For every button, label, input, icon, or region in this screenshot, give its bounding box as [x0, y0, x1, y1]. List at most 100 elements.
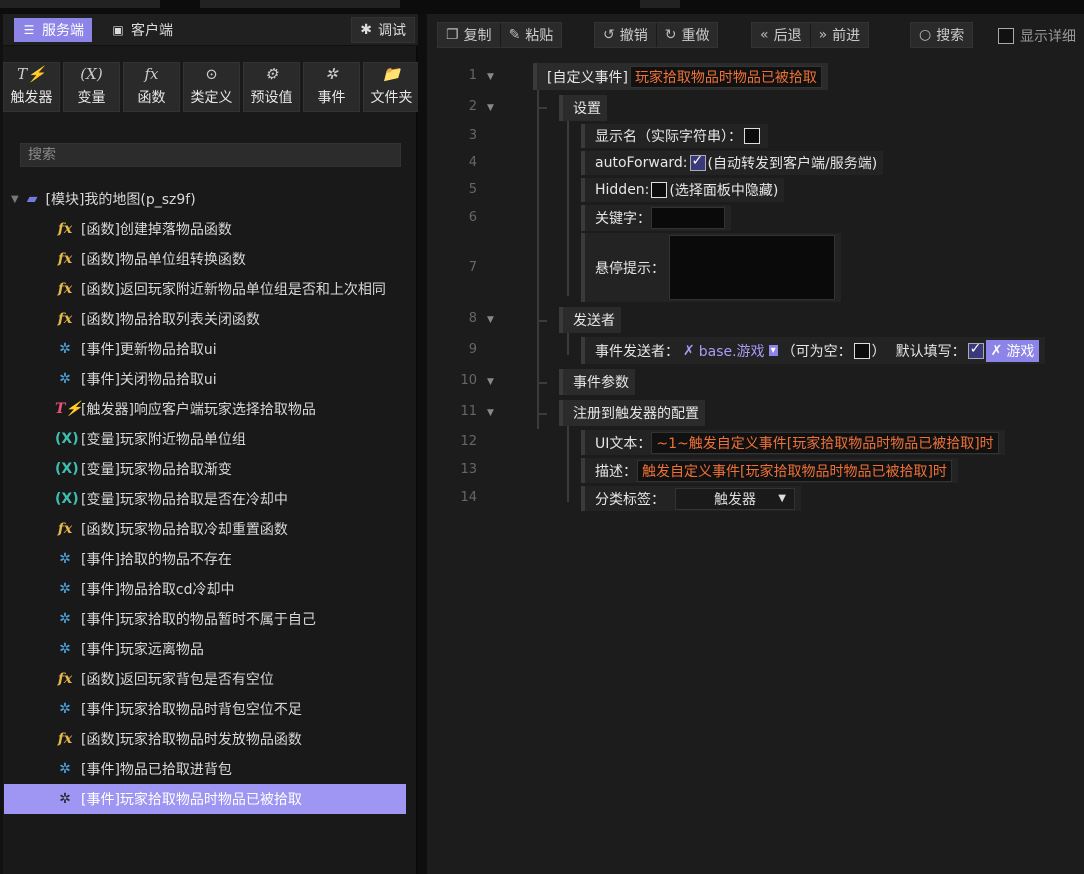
- tree-item-label: [事件]玩家拾取的物品暂时不属于自己: [81, 612, 316, 628]
- line-number: 12: [460, 434, 477, 449]
- tooltip-textarea[interactable]: [669, 235, 835, 300]
- back-button[interactable]: «后退: [752, 23, 811, 47]
- tab-server[interactable]: ☰ 服务端: [14, 18, 92, 42]
- tree-item[interactable]: ✲ [事件]物品已拾取进背包: [3, 754, 418, 784]
- sender-label: 发送者: [573, 313, 615, 329]
- tree-item[interactable]: fx [函数]返回玩家背包是否有空位: [3, 664, 418, 694]
- register-config-section[interactable]: 注册到触发器的配置: [559, 400, 705, 426]
- tree-item[interactable]: ✲ [事件]关闭物品拾取ui: [3, 364, 418, 394]
- tool-preset[interactable]: ⚙ 预设值: [243, 62, 300, 112]
- fold-caret-icon[interactable]: ▼: [487, 377, 494, 387]
- paste-button[interactable]: ✎ 粘贴: [501, 23, 562, 47]
- event-icon: ✲: [59, 551, 71, 567]
- undo-icon: ↺: [603, 27, 615, 43]
- tree-item[interactable]: fx [函数]返回玩家附近新物品单位组是否和上次相同: [3, 274, 418, 304]
- event-icon: ✲: [59, 761, 71, 777]
- show-detail-checkbox[interactable]: [998, 28, 1014, 44]
- hidden-checkbox[interactable]: [651, 182, 668, 198]
- default-fill-checkbox[interactable]: [967, 341, 984, 359]
- display-name-checkbox[interactable]: [744, 128, 760, 144]
- tree-item[interactable]: fx [函数]创建掉落物品函数: [3, 214, 418, 244]
- auto-forward-label: autoForward:: [595, 155, 688, 171]
- title-strip: [0, 0, 1084, 14]
- tool-trigger[interactable]: T⚡ 触发器: [3, 62, 60, 112]
- chevron-down-icon[interactable]: ▼: [11, 194, 19, 205]
- tree-item[interactable]: (X) [变量]玩家附近物品单位组: [3, 424, 418, 454]
- tree-item[interactable]: (X) [变量]玩家物品拾取渐变: [3, 454, 418, 484]
- fold-caret-icon[interactable]: ▼: [487, 408, 494, 418]
- tree-item-label: [事件]物品拾取cd冷却中: [81, 582, 235, 598]
- tree-item[interactable]: (X) [变量]玩家物品拾取是否在冷却中: [3, 484, 418, 514]
- tree-root-label: [模块]我的地图(p_sz9f): [45, 192, 196, 208]
- copy-button[interactable]: ❐ 复制: [438, 23, 501, 47]
- ui-text-field[interactable]: ~1~触发自定义事件[玩家拾取物品时物品已被拾取]时: [651, 431, 999, 454]
- search-icon: ○: [919, 27, 932, 43]
- hidden-row: Hidden: (选择面板中隐藏): [581, 178, 785, 202]
- settings-section[interactable]: 设置: [559, 95, 607, 121]
- tool-variable[interactable]: (X) 变量: [63, 62, 120, 112]
- tool-class[interactable]: ⊙ 类定义: [183, 62, 240, 112]
- tree-item[interactable]: fx [函数]玩家物品拾取冷却重置函数: [3, 514, 418, 544]
- tree-item[interactable]: T⚡ [触发器]响应客户端玩家选择拾取物品: [3, 394, 418, 424]
- tree-guide: [537, 413, 547, 415]
- sender-section[interactable]: 发送者: [559, 307, 621, 333]
- tool-folder[interactable]: 📁 文件夹: [363, 62, 420, 112]
- server-icon: ☰: [23, 23, 35, 37]
- side-tabs: ☰ 服务端 ▣ 客户端 ✱ 调试: [3, 14, 418, 46]
- event-sender-value[interactable]: ✗ base.游戏 ▾: [683, 341, 778, 361]
- preset-icon: ⚙: [264, 65, 279, 83]
- tree-item[interactable]: ✲ [事件]玩家拾取物品时物品已被拾取: [4, 784, 406, 814]
- event-params-section[interactable]: 事件参数: [559, 369, 635, 395]
- fold-caret-icon[interactable]: ▼: [487, 315, 494, 325]
- forward-icon: »: [818, 27, 828, 43]
- chevron-down-icon[interactable]: ▾: [768, 345, 778, 356]
- tool-event[interactable]: ✲ 事件: [303, 62, 360, 112]
- default-fill-value[interactable]: ✗ 游戏: [985, 339, 1040, 362]
- nullable-label: （可为空：: [781, 343, 852, 360]
- tree-item[interactable]: ✲ [事件]玩家远离物品: [3, 634, 418, 664]
- tree-item[interactable]: fx [函数]玩家拾取物品时发放物品函数: [3, 724, 418, 754]
- tool-function[interactable]: fx 函数: [123, 62, 180, 112]
- back-icon: «: [760, 27, 769, 43]
- redo-button[interactable]: ↻ 重做: [657, 23, 718, 47]
- category-value: 触发器: [714, 491, 756, 508]
- search-button[interactable]: ○ 搜索: [911, 23, 972, 47]
- tree-guide: [537, 382, 547, 384]
- function-icon: fx: [57, 731, 73, 747]
- tree-item[interactable]: ✲ [事件]物品拾取cd冷却中: [3, 574, 418, 604]
- auto-forward-checkbox[interactable]: [689, 153, 706, 171]
- undo-button[interactable]: ↺ 撤销: [595, 23, 657, 47]
- paste-label: 粘贴: [525, 28, 554, 44]
- description-field[interactable]: 触发自定义事件[玩家拾取物品时物品已被拾取]时: [637, 459, 952, 482]
- search-input[interactable]: [20, 143, 401, 167]
- tree-item[interactable]: ✲ [事件]更新物品拾取ui: [3, 334, 418, 364]
- forward-button[interactable]: » 前进: [811, 23, 869, 47]
- line-number: 10: [460, 373, 477, 388]
- function-icon: fx: [57, 311, 73, 327]
- keyword-input[interactable]: [651, 207, 725, 229]
- bug-icon: ✱: [360, 22, 372, 38]
- display-name-label: 显示名（实际字符串）：: [595, 129, 742, 145]
- show-detail-toggle[interactable]: 显示详细: [998, 26, 1076, 46]
- fold-caret-icon[interactable]: ▼: [487, 72, 494, 82]
- custom-event-label: [自定义事件]: [547, 69, 628, 86]
- tab-client[interactable]: ▣ 客户端: [103, 18, 181, 42]
- event-name-field[interactable]: 玩家拾取物品时物品已被拾取: [629, 65, 822, 88]
- panel-splitter[interactable]: [418, 14, 427, 874]
- variable-icon: (X): [55, 461, 79, 477]
- client-icon: ▣: [112, 23, 124, 37]
- fold-caret-icon[interactable]: ▼: [487, 103, 494, 113]
- debug-button[interactable]: ✱ 调试: [351, 17, 415, 43]
- tree-item[interactable]: fx [函数]物品单位组转换函数: [3, 244, 418, 274]
- tree-item[interactable]: ✲ [事件]玩家拾取的物品暂时不属于自己: [3, 604, 418, 634]
- trigger-icon: T⚡: [17, 65, 46, 83]
- tool-label: 文件夹: [370, 90, 413, 106]
- nullable-checkbox[interactable]: [853, 342, 870, 359]
- custom-event-header[interactable]: [自定义事件] 玩家拾取物品时物品已被拾取: [533, 63, 828, 90]
- category-select[interactable]: 触发器 ▼: [675, 487, 795, 510]
- tree-root[interactable]: ▼ ▰ [模块]我的地图(p_sz9f): [3, 184, 418, 214]
- tree-item[interactable]: ✲ [事件]拾取的物品不存在: [3, 544, 418, 574]
- auto-forward-note: (自动转发到客户端/服务端): [707, 156, 878, 172]
- tree-item[interactable]: fx [函数]物品拾取列表关闭函数: [3, 304, 418, 334]
- tree-item[interactable]: ✲ [事件]玩家拾取物品时背包空位不足: [3, 694, 418, 724]
